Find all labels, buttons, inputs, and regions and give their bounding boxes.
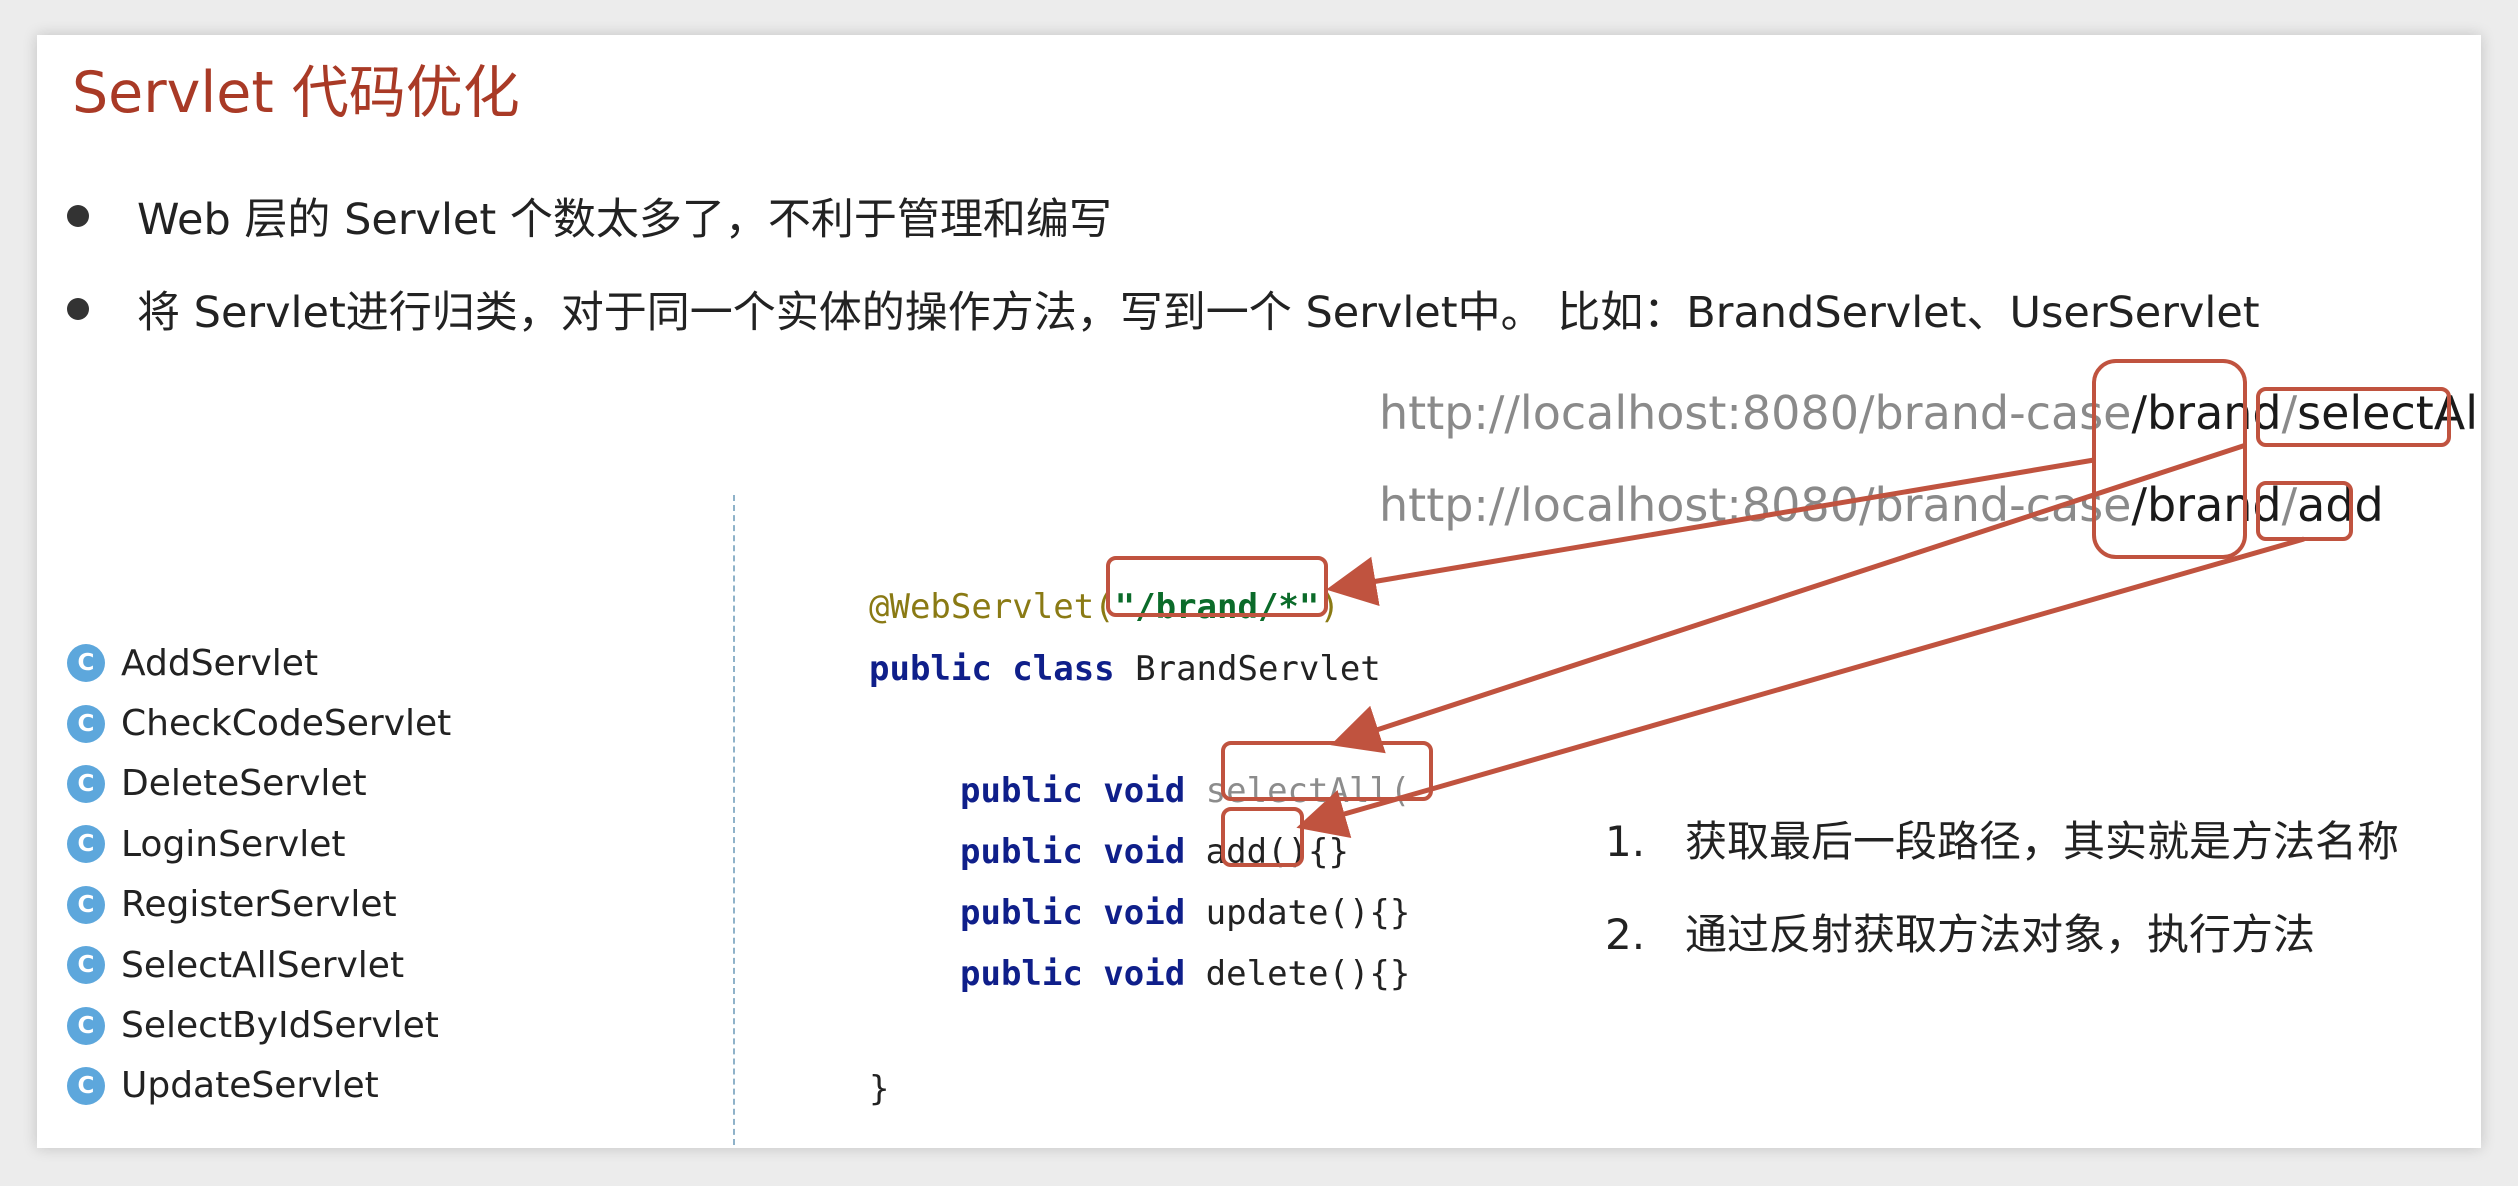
slide: Servlet 代码优化 Web 层的 Servlet 个数太多了，不利于管理和… <box>37 35 2481 1148</box>
url-brand-segment: /brand <box>2131 478 2282 532</box>
bullet-1: Web 层的 Servlet 个数太多了，不利于管理和编写 <box>67 185 1112 247</box>
code-closing-brace: } <box>869 1069 890 1109</box>
code-method-line: public void add(){} <box>960 832 1349 872</box>
class-c-icon: C <box>67 644 105 683</box>
class-name: RegisterServlet <box>121 884 397 926</box>
step-text: 获取最后一段路径，其实就是方法名称 <box>1685 817 2400 866</box>
code-method-line: public void selectAll( <box>960 771 1410 811</box>
step-number: 2. <box>1605 910 1646 959</box>
url-base: http://localhost:8080/brand-case <box>1379 478 2132 532</box>
bullet-dot-icon <box>67 298 89 320</box>
step-text: 通过反射获取方法对象，执行方法 <box>1685 910 2316 959</box>
code-annotation-line: @WebServlet("/brand/*") <box>869 587 1340 627</box>
code-method-line: public void delete(){} <box>960 954 1410 994</box>
keyword: public void <box>960 954 1186 994</box>
class-c-icon: C <box>67 825 105 864</box>
class-c-icon: C <box>67 1066 105 1105</box>
class-list-item: C DeleteServlet <box>67 754 451 814</box>
step-2: 2. 通过反射获取方法对象，执行方法 <box>1605 901 2315 962</box>
step-1: 1. 获取最后一段路径，其实就是方法名称 <box>1605 808 2399 869</box>
class-list-item: C AddServlet <box>67 633 451 693</box>
class-name: CheckCodeServlet <box>121 703 452 745</box>
bullet-text: 将 Servlet进行归类，对于同一个实体的操作方法，写到一个 Servlet中… <box>137 288 2260 338</box>
class-c-icon: C <box>67 764 105 803</box>
method-rest: (){} <box>1328 954 1411 994</box>
url-brand-segment: /brand <box>2131 386 2282 440</box>
class-name: LoginServlet <box>121 823 346 865</box>
keyword: public void <box>960 893 1186 933</box>
class-name: UpdateServlet <box>121 1065 379 1107</box>
keyword: public void <box>960 771 1186 811</box>
class-list-item: C LoginServlet <box>67 814 451 874</box>
annotation: @WebServlet <box>869 587 1095 627</box>
url-slash: / <box>2281 386 2298 440</box>
servlet-path-string: "/brand/*" <box>1114 587 1320 627</box>
class-c-icon: C <box>67 885 105 924</box>
method-rest: ( <box>1389 771 1411 811</box>
class-list-item: C SelectByIdServlet <box>67 995 451 1055</box>
method-rest: (){} <box>1267 832 1349 872</box>
class-list-item: C SelectAllServlet <box>67 935 451 995</box>
code-method-line: public void update(){} <box>960 893 1410 933</box>
paren: ) <box>1319 587 1340 627</box>
class-list-item: C RegisterServlet <box>67 875 451 935</box>
method-name: delete <box>1205 954 1329 994</box>
code-class-line: public class BrandServlet <box>869 649 1381 689</box>
bullet-dot-icon <box>67 205 89 227</box>
class-name: SelectAllServlet <box>121 944 405 986</box>
class-list-item: C UpdateServlet <box>67 1056 451 1116</box>
method-rest: (){} <box>1328 893 1411 933</box>
url-base: http://localhost:8080/brand-case <box>1379 386 2132 440</box>
class-c-icon: C <box>67 946 105 985</box>
paren: ( <box>1094 587 1115 627</box>
class-list-item: C CheckCodeServlet <box>67 693 451 753</box>
step-number: 1. <box>1605 817 1646 866</box>
url-method-segment: selectAll <box>2297 386 2481 440</box>
class-name: DeleteServlet <box>121 763 367 805</box>
keyword: public void <box>960 832 1186 872</box>
class-c-icon: C <box>67 1006 105 1045</box>
url-add: http://localhost:8080/brand-case/brand/a… <box>1379 478 2384 532</box>
bullet-text: Web 层的 Servlet 个数太多了，不利于管理和编写 <box>137 195 1112 245</box>
dashed-divider <box>733 495 735 1148</box>
method-name: update <box>1205 893 1329 933</box>
class-name: SelectByIdServlet <box>121 1005 439 1047</box>
slide-title: Servlet 代码优化 <box>72 60 520 126</box>
class-name: AddServlet <box>121 642 319 684</box>
servlet-class-list: C AddServlet C CheckCodeServlet C DeleteSer… <box>67 633 451 1116</box>
class-name: BrandServlet <box>1135 649 1381 689</box>
url-method-segment: add <box>2297 478 2384 532</box>
keyword: public class <box>869 649 1115 689</box>
url-select-all: http://localhost:8080/brand-case/brand/s… <box>1379 386 2481 440</box>
class-c-icon: C <box>67 704 105 743</box>
method-name: selectAll <box>1205 771 1390 811</box>
url-slash: / <box>2281 478 2298 532</box>
method-name: add <box>1205 832 1268 872</box>
bullet-2: 将 Servlet进行归类，对于同一个实体的操作方法，写到一个 Servlet中… <box>67 278 2260 340</box>
